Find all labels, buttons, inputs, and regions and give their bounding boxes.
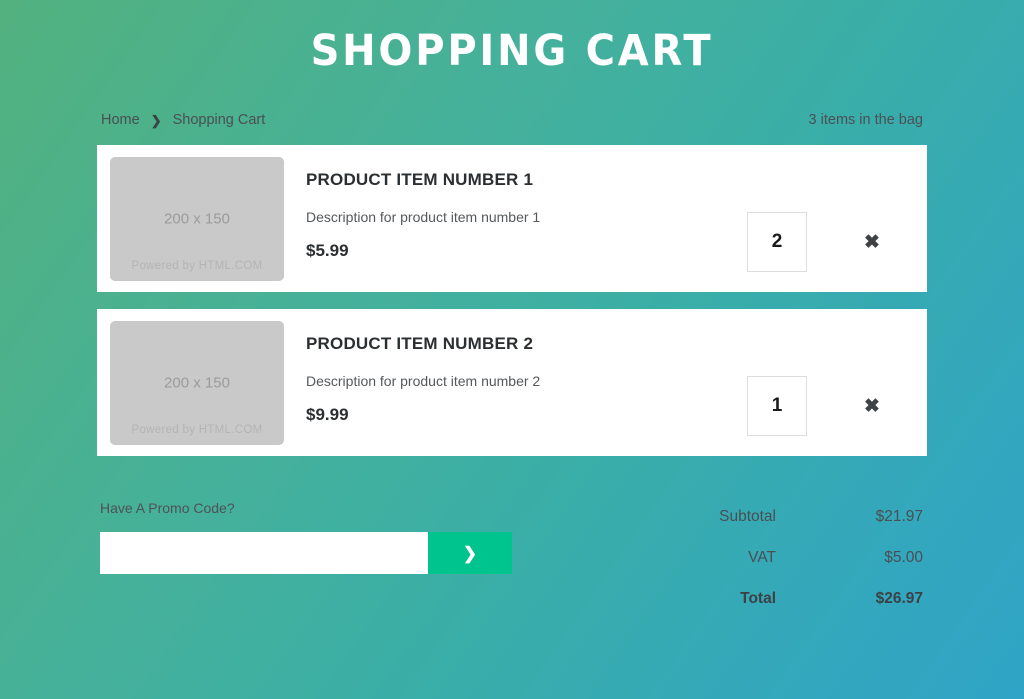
remove-item-icon[interactable]: ✖ — [857, 391, 887, 421]
summary-label: Total — [627, 590, 831, 608]
product-info: PRODUCT ITEM NUMBER 2 Description for pr… — [284, 321, 747, 425]
product-thumbnail: 200 x 150 Powered by HTML.COM — [110, 157, 284, 281]
cart-item-row: 200 x 150 Powered by HTML.COM PRODUCT IT… — [97, 309, 927, 456]
promo-code-section: Have A Promo Code? ❯ — [97, 500, 512, 574]
page-title: SHOPPING CART — [36, 0, 988, 73]
product-price: $9.99 — [306, 405, 747, 425]
thumbnail-size-label: 200 x 150 — [110, 375, 284, 392]
product-description: Description for product item number 1 — [306, 209, 747, 225]
summary-row-vat: VAT $5.00 — [627, 549, 923, 567]
summary-label: VAT — [627, 549, 831, 567]
product-info: PRODUCT ITEM NUMBER 1 Description for pr… — [284, 157, 747, 261]
cart-container: Home ❯ Shopping Cart 3 items in the bag … — [97, 73, 927, 608]
promo-code-input[interactable] — [100, 532, 428, 574]
product-description: Description for product item number 2 — [306, 373, 747, 389]
summary-value: $26.97 — [831, 590, 923, 608]
thumbnail-credit-label: Powered by HTML.COM — [110, 260, 284, 272]
cart-item-list: 200 x 150 Powered by HTML.COM PRODUCT IT… — [97, 145, 927, 456]
product-title: PRODUCT ITEM NUMBER 1 — [306, 170, 747, 190]
promo-code-form: ❯ — [100, 532, 512, 574]
breadcrumb-current: Shopping Cart — [173, 112, 266, 128]
quantity-input[interactable]: 1 — [747, 376, 807, 436]
product-title: PRODUCT ITEM NUMBER 2 — [306, 334, 747, 354]
breadcrumb: Home ❯ Shopping Cart — [101, 112, 265, 128]
summary-value: $21.97 — [831, 508, 923, 526]
breadcrumb-home-link[interactable]: Home — [101, 112, 140, 128]
quantity-input[interactable]: 2 — [747, 212, 807, 272]
summary-row-subtotal: Subtotal $21.97 — [627, 508, 923, 526]
product-thumbnail: 200 x 150 Powered by HTML.COM — [110, 321, 284, 445]
bag-item-count: 3 items in the bag — [809, 112, 923, 128]
remove-item-icon[interactable]: ✖ — [857, 227, 887, 257]
chevron-right-icon: ❯ — [151, 114, 162, 127]
summary-value: $5.00 — [831, 549, 923, 567]
summary-label: Subtotal — [627, 508, 831, 526]
thumbnail-size-label: 200 x 150 — [110, 211, 284, 228]
promo-code-label: Have A Promo Code? — [100, 500, 512, 516]
cart-item-row: 200 x 150 Powered by HTML.COM PRODUCT IT… — [97, 145, 927, 292]
promo-submit-button[interactable]: ❯ — [428, 532, 512, 574]
product-price: $5.99 — [306, 241, 747, 261]
order-summary: Subtotal $21.97 VAT $5.00 Total $26.97 — [627, 500, 927, 608]
shopping-cart-page: SHOPPING CART Home ❯ Shopping Cart 3 ite… — [0, 0, 1024, 699]
summary-row-total: Total $26.97 — [627, 590, 923, 608]
thumbnail-credit-label: Powered by HTML.COM — [110, 424, 284, 436]
breadcrumb-row: Home ❯ Shopping Cart 3 items in the bag — [97, 112, 927, 128]
cart-footer: Have A Promo Code? ❯ Subtotal $21.97 VAT… — [97, 456, 927, 608]
